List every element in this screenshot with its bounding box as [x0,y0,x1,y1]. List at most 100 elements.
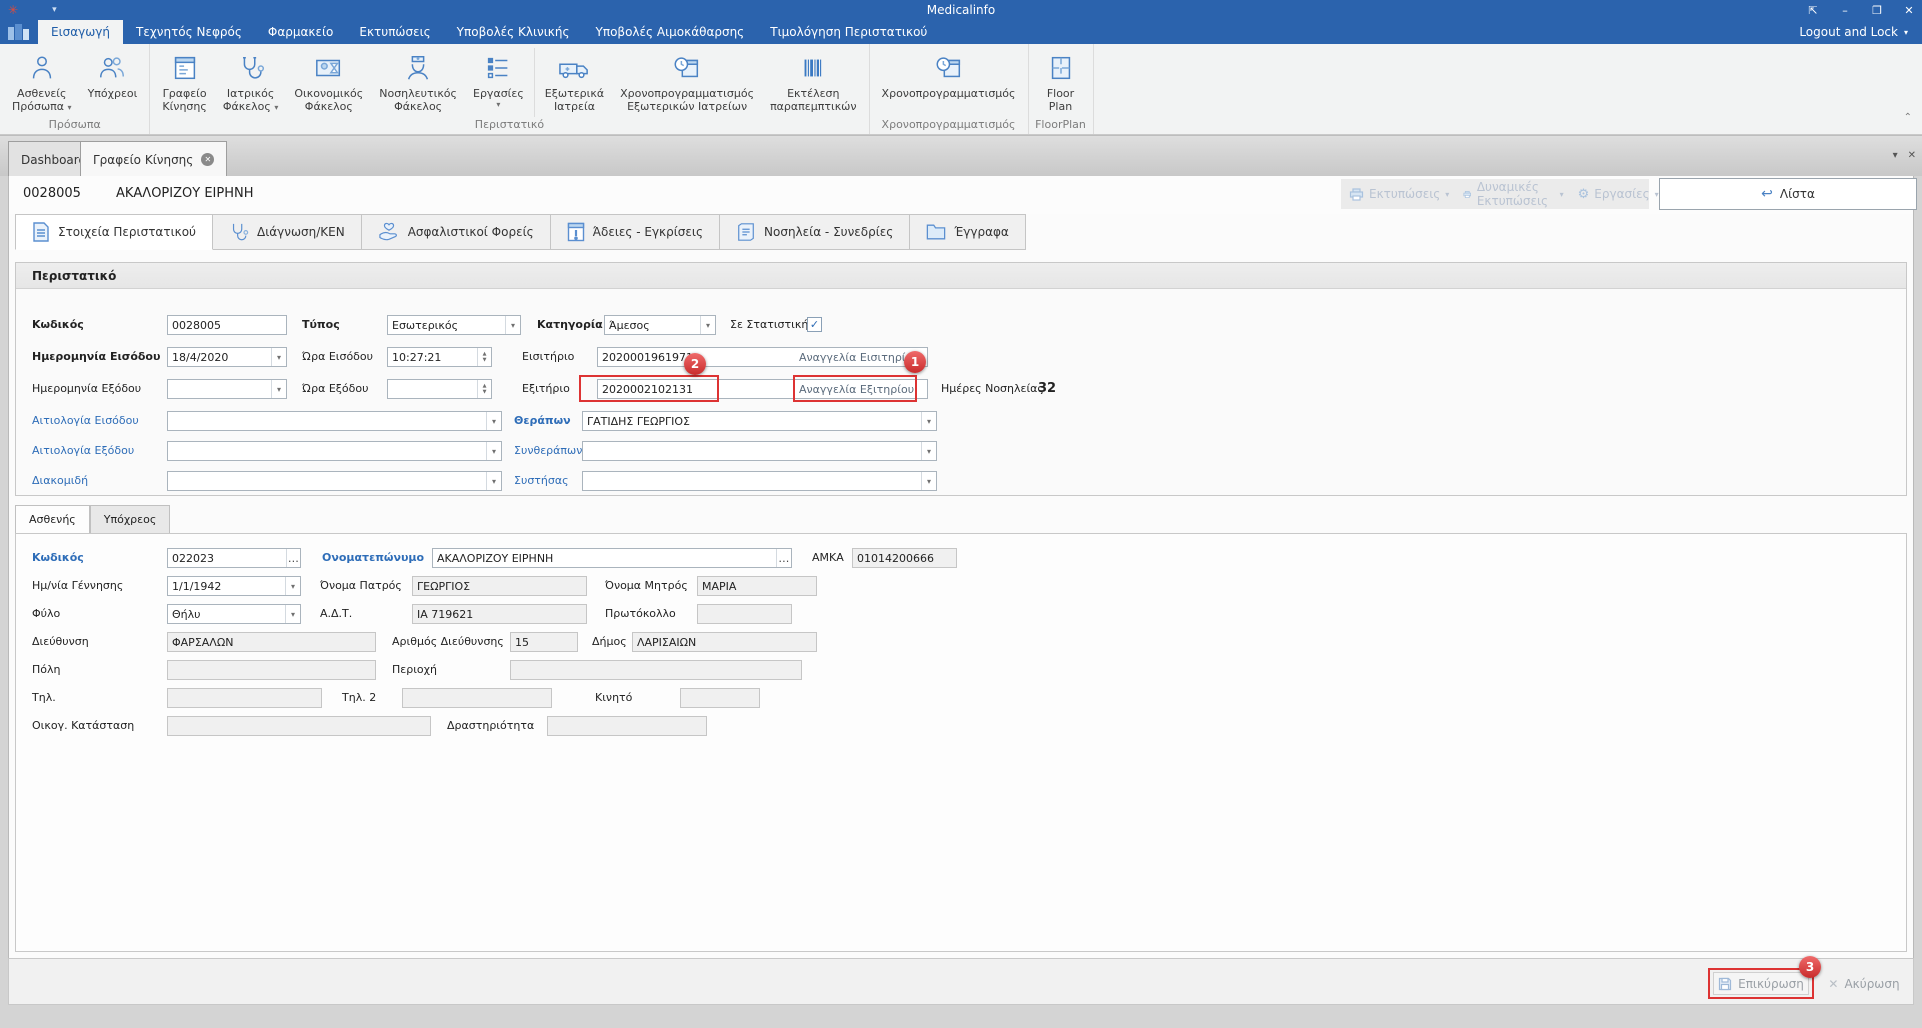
doc-tab-grafeio-kinisis[interactable]: Γραφείο Κίνησης ✕ [80,141,228,177]
statistics-checkbox[interactable]: ✓ [807,317,822,332]
spin-down-icon[interactable]: ▼ [483,389,487,395]
ticket-announcement-link[interactable]: Αναγγελία Εισιτηρίου [799,351,919,364]
caret-down-icon[interactable]: ▾ [285,577,300,595]
tab-ypoxreos[interactable]: Υπόχρεος [89,505,171,534]
tab-stoixeia-peristatikou[interactable]: Στοιχεία Περιστατικού [15,214,213,250]
tab-adeies-egkriseis[interactable]: Άδειες - Εγκρίσεις [550,214,721,250]
incident-code-field[interactable] [167,315,287,335]
tab-list-caret-icon[interactable]: ▾ [1893,150,1898,161]
logout-and-lock-button[interactable]: Logout and Lock ▾ [1799,20,1908,44]
activity-field[interactable] [547,716,707,736]
co-doctor-label[interactable]: Συνθεράπων [514,441,582,461]
ribbon-item-oikonomikos-fakelos[interactable]: Οικονομικός Φάκελος [286,46,371,117]
confirm-button[interactable]: Επικύρωση [1713,972,1809,995]
tab-asfalistikoi-foreis[interactable]: Ασφαλιστικοί Φορείς [361,214,551,250]
city-field[interactable] [167,660,376,680]
caret-down-icon[interactable]: ▾ [486,412,501,430]
ribbon-item-ypoxreoi[interactable]: Υπόχρεοι [80,46,146,117]
close-button[interactable]: ✕ [1900,4,1918,17]
patient-fullname-label[interactable]: Ονοματεπώνυμο [322,548,424,568]
ribbon-tab-ektyposeis[interactable]: Εκτυπώσεις [346,20,443,44]
amka-field[interactable] [852,548,957,568]
ribbon-tab-eisagogi[interactable]: Εισαγωγή [38,20,124,44]
ribbon-item-nosileftikos-fakelos[interactable]: Νοσηλευτικός Φάκελος [371,46,465,117]
transfer-dropdown[interactable]: ▾ [167,471,502,491]
print-menu-button[interactable]: Εκτυπώσεις ▾ [1349,187,1449,201]
caret-down-icon[interactable]: ▾ [505,316,520,334]
caret-down-icon[interactable]: ▾ [486,442,501,460]
doctor-dropdown[interactable]: ΓΑΤΙΔΗΣ ΓΕΩΡΓΙΟΣ ▾ [582,411,937,431]
caret-down-icon[interactable]: ▾ [285,605,300,623]
tasks-menu-button[interactable]: ⚙ Εργασίες ▾ [1578,187,1659,202]
patient-code-field[interactable]: … [167,548,301,568]
doctor-label[interactable]: Θεράπων [514,411,571,431]
patient-fullname-field[interactable]: … [432,548,792,568]
address-field[interactable] [167,632,376,652]
tab-nosileia-synedries[interactable]: Νοσηλεία - Συνεδρίες [720,214,911,250]
ribbon-tab-ypovoles-klinikis[interactable]: Υποβολές Κλινικής [444,20,583,44]
ribbon-item-floor-plan[interactable]: Floor Plan [1033,46,1089,117]
spin-down-icon[interactable]: ▼ [483,357,487,363]
ribbon-tab-texnitos-nefros[interactable]: Τεχνητός Νεφρός [123,20,255,44]
region-field[interactable] [510,660,802,680]
caret-down-icon[interactable]: ▾ [921,472,936,490]
ellipsis-button-icon[interactable]: … [775,549,791,567]
municipality-field[interactable] [632,632,817,652]
ellipsis-button-icon[interactable]: … [285,549,300,567]
cancel-button[interactable]: ✕ Ακύρωση [1825,972,1903,995]
ribbon-item-iatrikos-fakelos[interactable]: Ιατρικός Φάκελος ▾ [215,46,287,117]
referrer-dropdown[interactable]: ▾ [582,471,937,491]
ribbon-tab-farmakeio[interactable]: Φαρμακείο [255,20,346,44]
protocol-field[interactable] [697,604,792,624]
caret-down-icon[interactable]: ▾ [700,316,715,334]
tab-eggrafa[interactable]: Έγγραφα [910,214,1026,250]
tab-close-icon[interactable]: ✕ [201,153,215,166]
ribbon-item-exoterika-iatreia[interactable]: Εξωτερικά Ιατρεία [537,46,612,117]
exit-announcement-link[interactable]: Αναγγελία Εξιτηρίου [799,383,914,396]
pin-window-icon[interactable]: ⇱ [1804,4,1822,17]
ribbon-item-xronoprogrammatismos-exoterikon[interactable]: Χρονοπρογραμματισμός Εξωτερικών Ιατρείων [612,46,762,117]
entry-reason-dropdown[interactable]: ▾ [167,411,502,431]
id-card-field[interactable] [412,604,587,624]
ribbon-collapse-icon[interactable]: ⌃ [1904,112,1912,123]
exit-date-picker[interactable]: ▾ [167,379,287,399]
transfer-label[interactable]: Διακομιδή [32,471,88,491]
ribbon-tab-timologisi[interactable]: Τιμολόγηση Περιστατικού [757,20,940,44]
referrer-label[interactable]: Συστήσας [514,471,569,491]
entry-reason-label[interactable]: Αιτιολογία Εισόδου [32,411,139,431]
ribbon-item-ergasies[interactable]: Εργασίες ▾ [465,46,532,117]
phone2-field[interactable] [402,688,552,708]
tab-strip-close-icon[interactable]: ✕ [1908,150,1916,161]
exit-reason-label[interactable]: Αιτιολογία Εξόδου [32,441,134,461]
exit-reason-dropdown[interactable]: ▾ [167,441,502,461]
exit-time-spinner[interactable]: ▲ ▼ [387,379,492,399]
co-doctor-dropdown[interactable]: ▾ [582,441,937,461]
marital-status-field[interactable] [167,716,431,736]
address-number-field[interactable] [510,632,578,652]
caret-down-icon[interactable]: ▾ [921,412,936,430]
app-logo-icon[interactable] [0,20,38,44]
ribbon-tab-ypovoles-aimokatharsis[interactable]: Υποβολές Αιμοκάθαρσης [583,20,758,44]
list-button[interactable]: ↩ Λίστα [1659,178,1917,210]
birthdate-picker[interactable]: 1/1/1942 ▾ [167,576,301,596]
patient-code-label[interactable]: Κωδικός [32,548,84,568]
caret-down-icon[interactable]: ▾ [271,348,286,366]
ribbon-item-xronoprogrammatismos[interactable]: Χρονοπρογραμματισμός [874,46,1024,117]
ribbon-item-grafeio-kinisis[interactable]: Γραφείο Κίνησης [154,46,214,117]
caret-down-icon[interactable]: ▾ [486,472,501,490]
ribbon-item-astheneis-prosopa[interactable]: Ασθενείς Πρόσωπα ▾ [4,46,80,117]
phone-field[interactable] [167,688,322,708]
gender-dropdown[interactable]: Θήλυ ▾ [167,604,301,624]
caret-down-icon[interactable]: ▾ [271,380,286,398]
type-dropdown[interactable]: Εσωτερικός ▾ [387,315,521,335]
tab-asthenis[interactable]: Ασθενής [15,505,90,534]
entry-time-spinner[interactable]: 10:27:21 ▲ ▼ [387,347,492,367]
caret-down-icon[interactable]: ▾ [921,442,936,460]
category-dropdown[interactable]: Άμεσος ▾ [604,315,716,335]
mobile-field[interactable] [680,688,760,708]
mother-name-field[interactable] [697,576,817,596]
ribbon-item-ektelesi-parapemptikon[interactable]: Εκτέλεση παραπεμπτικών [762,46,864,117]
dynamic-print-menu-button[interactable]: Δυναμικές Εκτυπώσεις ▾ [1463,180,1564,208]
restore-button[interactable]: ❐ [1868,4,1886,17]
father-name-field[interactable] [412,576,587,596]
